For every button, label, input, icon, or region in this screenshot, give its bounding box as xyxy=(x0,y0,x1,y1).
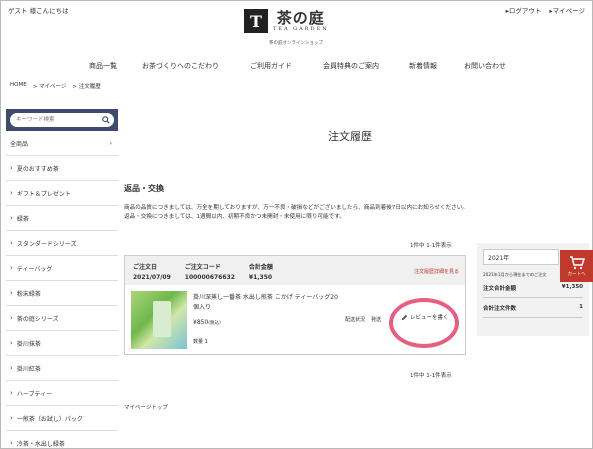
product-price: ¥850(税込) xyxy=(193,319,221,326)
product-name[interactable]: 掛川深蒸し一番茶 水出し煎茶 こかげ ティーバッグ20個入り xyxy=(193,293,343,313)
shipping-label: 配送状況 xyxy=(345,317,366,323)
sidebar-item-matcha[interactable]: 掛川抹茶 xyxy=(6,331,118,356)
notice-line: 商品の品質につきましては、万全を期しておりますが、万一不良・破損などがございまし… xyxy=(124,205,468,211)
order-code: 100000676632 xyxy=(184,274,235,281)
sidebar-item-cold-brew[interactable]: 冷茶・水出し緑茶 xyxy=(6,431,118,449)
logo-subtitle: 茶の庭オンラインショップ xyxy=(269,41,323,46)
sidebar-item-label: ギフト＆プレゼント xyxy=(16,190,71,198)
sidebar-item-label: 全商品 xyxy=(10,140,29,148)
sidebar-item-label: 茶の庭シリーズ xyxy=(16,315,59,323)
sidebar-item-black-tea[interactable]: 掛川紅茶 xyxy=(6,356,118,381)
price-tax: (税込) xyxy=(208,321,221,326)
search-input[interactable] xyxy=(10,113,98,127)
nav-contact[interactable]: お問い合わせ xyxy=(464,61,506,71)
order-card: ご注文日 2021/07/09 ご注文コード 100000676632 合計金額 ¥1… xyxy=(124,255,466,355)
summary-total-label: 注文合計金額 xyxy=(483,286,517,292)
summary-count: 1 xyxy=(579,304,583,310)
sidebar-item-label: 粉末緑茶 xyxy=(16,290,41,298)
breadcrumb-home[interactable]: HOME xyxy=(10,82,27,90)
order-total-label: 合計金額 xyxy=(248,264,273,271)
search-icon xyxy=(102,116,110,124)
cart-label: カートへ xyxy=(567,271,586,277)
shipping-status: 配送状況 発送 xyxy=(345,316,381,323)
search-button[interactable] xyxy=(98,113,114,127)
nav-member-benefits[interactable]: 会員特典のご案内 xyxy=(323,61,409,71)
order-code-label: ご注文コード xyxy=(184,264,221,271)
sidebar-item-label: 一煎茶（お試し）パック xyxy=(16,415,83,423)
cart-button[interactable]: カートへ xyxy=(560,250,593,282)
sidebar-item-green-tea[interactable]: 緑茶 xyxy=(6,206,118,231)
sidebar-item-label: 夏のおすすめ茶 xyxy=(16,165,59,173)
return-notice: 商品の品質につきましては、万全を期しておりますが、万一不良・破損などがございまし… xyxy=(124,204,584,222)
year-select[interactable]: 2021年 xyxy=(483,249,559,265)
cart-icon xyxy=(569,255,585,269)
nav-guide[interactable]: ご利用ガイド xyxy=(250,61,323,71)
search-box xyxy=(6,109,118,131)
breadcrumb: HOME > マイページ > 注文履歴 xyxy=(10,82,101,90)
sidebar-item-gift[interactable]: ギフト＆プレゼント xyxy=(6,181,118,206)
sidebar-item-powder[interactable]: 粉末緑茶 xyxy=(6,281,118,306)
logo-mark-icon: T xyxy=(244,9,268,33)
order-body: 掛川深蒸し一番茶 水出し煎茶 こかげ ティーバッグ20個入り ¥850(税込) … xyxy=(125,285,465,355)
sidebar-item-label: ハーブティー xyxy=(16,390,53,398)
price-value: ¥850 xyxy=(193,319,209,326)
breadcrumb-mypage[interactable]: > マイページ xyxy=(33,82,67,90)
order-date: 2021/07/09 xyxy=(133,274,171,281)
notice-line: 返品・交換につきましては、1週間以内、初期不良かつ未開封・未使用に限り可能です。 xyxy=(124,214,345,220)
mypage-link[interactable]: ▸マイページ xyxy=(549,5,585,15)
sidebar: 全商品 › 夏のおすすめ茶 ギフト＆プレゼント 緑茶 スタンダードシリーズ ティー… xyxy=(6,109,118,449)
review-label: レビューを書く xyxy=(410,315,449,321)
summary-total: ¥1,350 xyxy=(561,284,583,290)
breadcrumb-current: > 注文履歴 xyxy=(72,84,101,90)
sidebar-item-label: ティーバッグ xyxy=(16,265,53,273)
order-total: ¥1,350 xyxy=(248,274,273,281)
order-date-label: ご注文日 xyxy=(133,264,158,271)
sidebar-item-summer[interactable]: 夏のおすすめ茶 xyxy=(6,156,118,181)
order-detail-link[interactable]: 注文履歴詳細を見る xyxy=(414,268,459,275)
product-image[interactable] xyxy=(131,291,187,349)
nav-products[interactable]: 商品一覧 xyxy=(89,61,142,71)
sidebar-item-label: スタンダードシリーズ xyxy=(16,240,77,248)
sidebar-item-all[interactable]: 全商品 › xyxy=(6,131,118,156)
write-review-button[interactable]: レビューを書く xyxy=(397,311,453,323)
greeting-text: ゲスト 様こんにちは xyxy=(8,7,69,15)
nav-news[interactable]: 新着情報 xyxy=(409,61,464,71)
sidebar-item-label: 掛川抹茶 xyxy=(16,340,41,348)
product-quantity: 数量 1 xyxy=(193,339,208,345)
mypage-top-link[interactable]: マイページトップ xyxy=(124,403,168,411)
shipping-value: 発送 xyxy=(371,317,382,323)
sidebar-item-teabag[interactable]: ティーバッグ xyxy=(6,256,118,281)
nav-commitment[interactable]: お茶づくりへのこだわり xyxy=(142,61,250,71)
sidebar-item-trial[interactable]: 一煎茶（お試し）パック xyxy=(6,406,118,431)
summary-count-label: 合計注文件数 xyxy=(483,306,517,312)
sidebar-item-label: 冷茶・水出し緑茶 xyxy=(16,440,65,448)
page-title: 注文履歴 xyxy=(328,130,372,143)
summary-count-row: 合計注文件数 1 xyxy=(483,298,583,318)
logo-jp: 茶の庭 xyxy=(276,8,325,27)
site-logo[interactable]: T 茶の庭 TEA GARDEN xyxy=(244,9,329,33)
sidebar-item-herb[interactable]: ハーブティー xyxy=(6,381,118,406)
order-header: ご注文日 2021/07/09 ご注文コード 100000676632 合計金額 ¥1… xyxy=(125,256,465,285)
pencil-icon xyxy=(401,314,408,320)
sidebar-item-chanoniwa[interactable]: 茶の庭シリーズ xyxy=(6,306,118,331)
global-nav: 商品一覧 お茶づくりへのこだわり ご利用ガイド 会員特典のご案内 新着情報 お問… xyxy=(89,61,506,71)
sidebar-item-standard[interactable]: スタンダードシリーズ xyxy=(6,231,118,256)
chevron-right-icon: › xyxy=(109,139,112,147)
sidebar-item-label: 緑茶 xyxy=(16,215,29,223)
logout-link[interactable]: ▸ログアウト xyxy=(506,5,542,15)
section-heading: 返品・交換 xyxy=(124,183,164,193)
result-count: 1件中 1-1件表示 xyxy=(410,243,452,249)
result-count-bottom: 1件中 1-1件表示 xyxy=(410,373,452,379)
sidebar-item-label: 掛川紅茶 xyxy=(16,365,41,373)
logo-en: TEA GARDEN xyxy=(273,25,329,32)
top-links: ▸ログアウト ▸マイページ xyxy=(506,5,585,15)
